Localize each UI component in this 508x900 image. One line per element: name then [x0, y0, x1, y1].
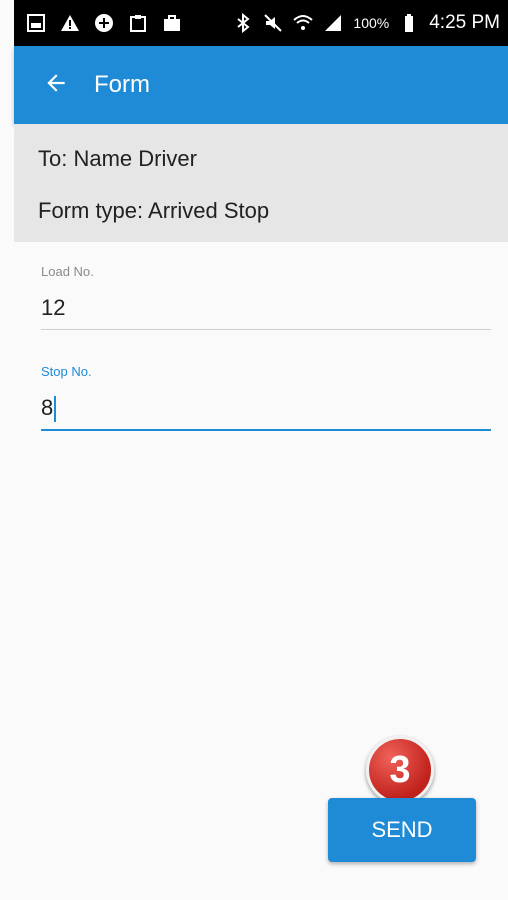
form-type-row: Form type: Arrived Stop — [38, 198, 269, 224]
back-button[interactable] — [36, 65, 76, 105]
signal-icon — [323, 13, 343, 33]
recipient-row: To: Name Driver — [38, 146, 197, 172]
stop-no-field[interactable]: Stop No. 8 — [41, 364, 491, 431]
load-no-field[interactable]: Load No. 12 — [41, 264, 491, 330]
app-bar: Form — [14, 46, 508, 124]
gallery-icon — [26, 13, 46, 33]
stop-no-value: 8 — [41, 395, 54, 420]
load-no-input[interactable]: 12 — [41, 293, 491, 323]
mute-icon — [263, 13, 283, 33]
to-label: To: — [38, 146, 68, 171]
battery-icon — [399, 13, 419, 33]
form-type-value: Arrived Stop — [148, 198, 270, 223]
arrow-back-icon — [43, 70, 69, 101]
step-badge: 3 — [366, 736, 434, 804]
bluetooth-icon — [233, 13, 253, 33]
send-button[interactable]: SEND — [328, 798, 476, 862]
stop-no-underline — [41, 429, 491, 431]
clock: 4:25 PM — [429, 12, 500, 33]
text-cursor — [54, 396, 57, 423]
warning-icon — [60, 13, 80, 33]
to-value: Name Driver — [73, 146, 197, 171]
load-no-label: Load No. — [41, 264, 94, 279]
stop-no-input[interactable]: 8 — [41, 393, 491, 423]
load-no-underline — [41, 329, 491, 330]
briefcase-icon — [162, 13, 182, 33]
stop-no-label: Stop No. — [41, 364, 92, 379]
status-bar: 100% 4:25 PM — [14, 0, 508, 46]
form-header: To: Name Driver Form type: Arrived Stop — [14, 124, 508, 242]
add-circle-icon — [94, 13, 114, 33]
battery-percent: 100% — [353, 15, 390, 31]
clipboard-icon — [128, 13, 148, 33]
wifi-icon — [293, 13, 314, 33]
page-title: Form — [94, 71, 150, 98]
form-type-label: Form type: — [38, 198, 144, 223]
